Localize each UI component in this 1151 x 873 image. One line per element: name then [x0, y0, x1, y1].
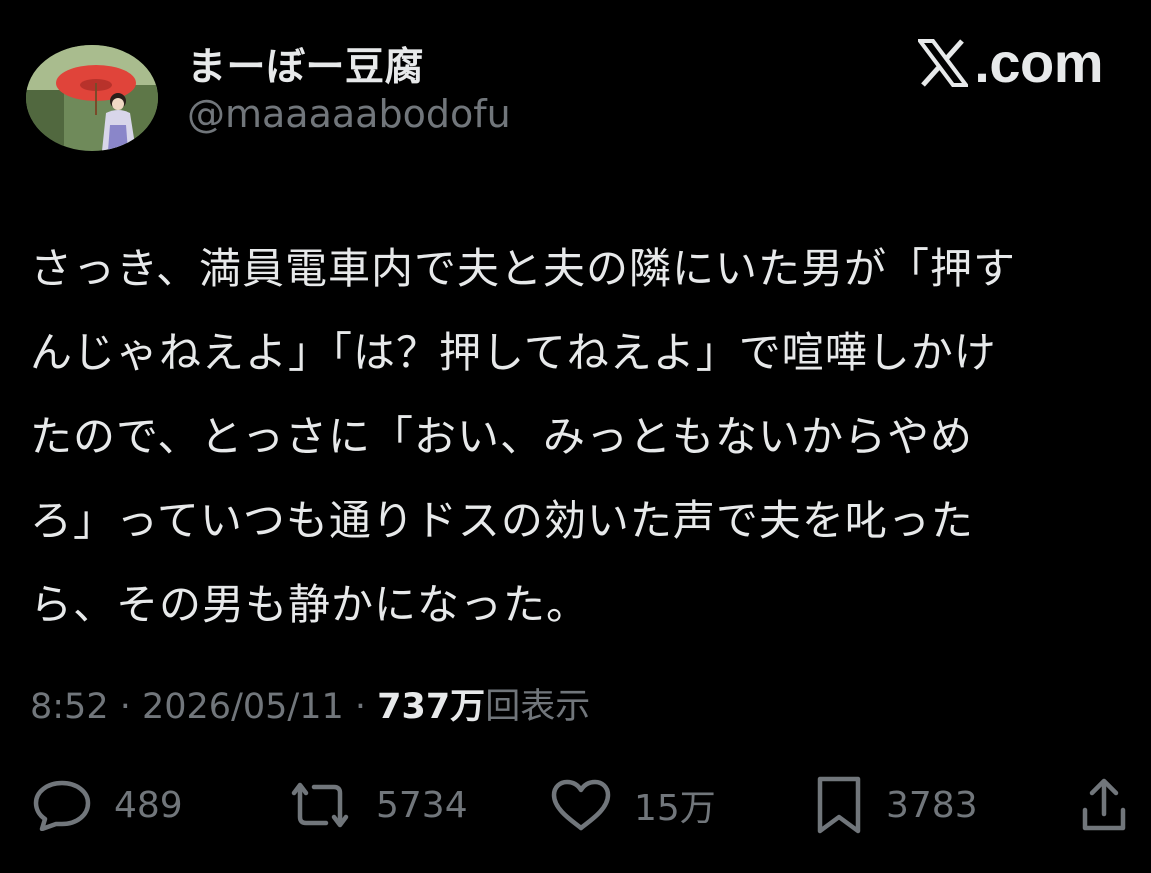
avatar-photo — [26, 45, 158, 151]
action-bar: 489 5734 15万 3783 — [0, 765, 1151, 845]
post-time[interactable]: 8:52 — [30, 687, 109, 727]
post-date[interactable]: 2026/05/11 — [142, 687, 344, 727]
bookmark-icon — [817, 776, 861, 834]
bookmark-button[interactable]: 3783 — [814, 765, 978, 845]
tweet-line: んじゃねえよ」「は？押してねえよ」で喧嘩しかけ — [30, 328, 997, 377]
tweet-line: さっき、満員電車内で夫と夫の隣にいた男が「押す — [30, 244, 1017, 293]
like-icon — [551, 779, 611, 831]
tweet-meta: 8:52 · 2026/05/11 · 737万回表示 — [30, 678, 590, 729]
tweet-line: ら、その男も静かになった。 — [30, 580, 590, 629]
share-icon — [1082, 778, 1126, 831]
tweet-line: ろ」っていつも通りドスの効いた声で夫を叱った — [30, 496, 974, 545]
x-com-brand[interactable]: .com — [918, 30, 1103, 95]
brand-text: .com — [974, 31, 1103, 94]
views-count[interactable]: 737万 — [377, 687, 485, 727]
reply-icon — [33, 780, 91, 831]
x-logo-icon — [918, 38, 969, 87]
reply-count: 489 — [114, 784, 183, 826]
tweet-line: たので、とっさに「おい、みっともないからやめ — [30, 412, 974, 461]
reply-button[interactable]: 489 — [32, 765, 183, 845]
display-name[interactable]: まーぼー豆腐 — [187, 36, 424, 92]
meta-separator: · — [108, 687, 142, 727]
retweet-button[interactable]: 5734 — [286, 765, 468, 845]
user-handle[interactable]: @maaaaabodofu — [187, 92, 511, 136]
views-label: 回表示 — [485, 687, 591, 727]
like-count: 15万 — [634, 788, 716, 829]
like-button[interactable]: 15万 — [550, 765, 716, 845]
share-button[interactable] — [1080, 765, 1128, 845]
tweet-text: さっき、満員電車内で夫と夫の隣にいた男が「押す んじゃねえよ」「は？押してねえよ… — [30, 227, 1130, 647]
retweet-count: 5734 — [376, 784, 468, 826]
retweet-icon — [291, 782, 349, 828]
bookmark-count: 3783 — [886, 784, 978, 826]
meta-separator: · — [343, 687, 378, 727]
avatar[interactable] — [26, 45, 158, 151]
